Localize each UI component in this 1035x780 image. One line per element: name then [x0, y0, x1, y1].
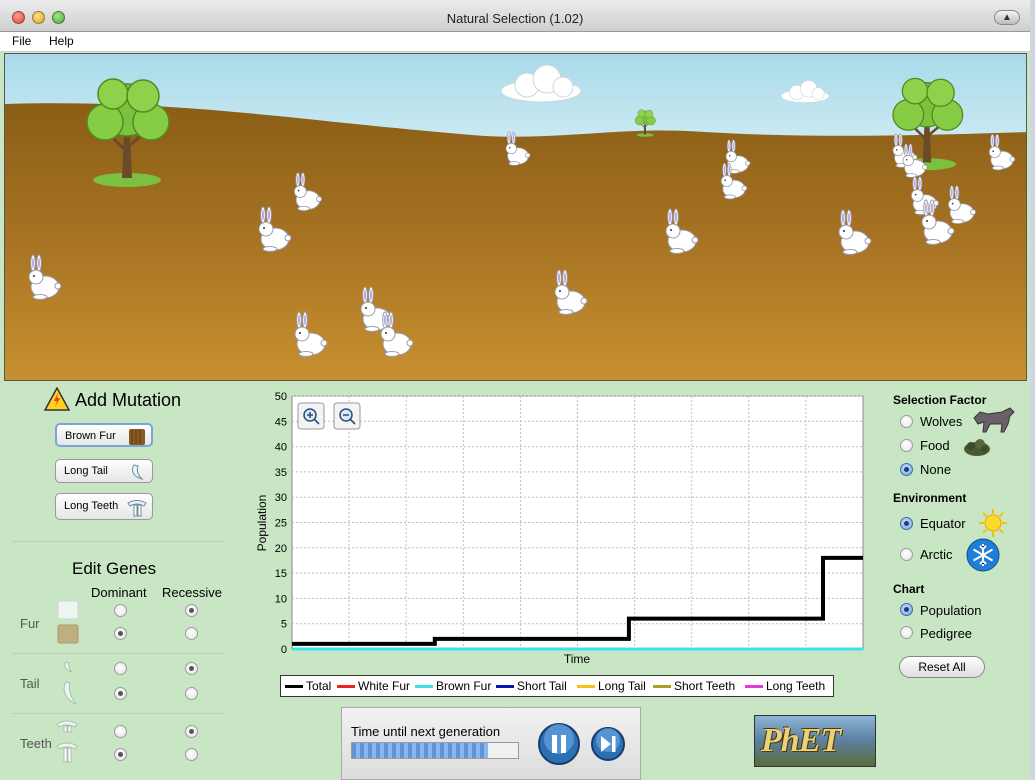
- legend-long-teeth[interactable]: Long Teeth: [745, 679, 825, 693]
- legend-white-fur[interactable]: White Fur: [337, 679, 410, 693]
- teeth-dominant-long-radio[interactable]: [114, 748, 127, 761]
- toolbar-toggle-icon[interactable]: ▲: [994, 10, 1020, 25]
- fur-row-label: Fur: [20, 616, 40, 631]
- add-mutation-title: Add Mutation: [75, 390, 182, 410]
- fur-recessive-white-radio[interactable]: [185, 604, 198, 617]
- y-tick-label: 30: [275, 492, 287, 504]
- fur-dominant-brown-radio[interactable]: [114, 627, 127, 640]
- snowflake-icon: [966, 538, 1000, 572]
- background-window-edge: [1030, 0, 1035, 780]
- food-label: Food: [920, 438, 950, 453]
- tail-recessive-short-radio[interactable]: [185, 662, 198, 675]
- phet-logo-text: PhET: [761, 722, 841, 759]
- phet-logo[interactable]: PhET: [754, 715, 876, 767]
- y-tick-label: 35: [275, 467, 287, 479]
- y-tick-label: 15: [275, 568, 287, 580]
- equator-radio[interactable]: [900, 517, 913, 530]
- tail-trait-icon: [63, 661, 77, 705]
- food-bush-icon: [964, 439, 990, 456]
- edit-genes-title: Edit Genes: [72, 559, 157, 578]
- tail-row-label: Tail: [20, 676, 40, 691]
- brown-fur-mutation-button[interactable]: Brown Fur: [55, 423, 153, 447]
- menu-file[interactable]: File: [12, 34, 31, 48]
- equator-label: Equator: [920, 516, 966, 531]
- tail-recessive-long-radio[interactable]: [185, 687, 198, 700]
- habitat-scene[interactable]: [4, 53, 1027, 381]
- section-divider: [12, 713, 224, 714]
- menu-bar: File Help: [0, 32, 1030, 52]
- long-teeth-label: Long Teeth: [64, 500, 119, 512]
- population-chart: 0 5 10 15 20 25 30 35 40 45 50 Population Time: [250, 385, 870, 675]
- legend-total[interactable]: Total: [285, 679, 331, 693]
- arctic-radio[interactable]: [900, 548, 913, 561]
- wolves-label: Wolves: [920, 414, 963, 429]
- fur-dominant-white-radio[interactable]: [114, 604, 127, 617]
- wolves-radio[interactable]: [900, 415, 913, 428]
- none-label: None: [920, 462, 952, 477]
- teeth-recessive-short-radio[interactable]: [185, 725, 198, 738]
- y-tick-label: 5: [281, 619, 287, 631]
- tail-dominant-short-radio[interactable]: [114, 662, 127, 675]
- legend-brown-fur[interactable]: Brown Fur: [415, 679, 491, 693]
- brown-fur-label: Brown Fur: [65, 430, 116, 442]
- chart-type-title: Chart: [893, 582, 925, 596]
- y-tick-label: 25: [275, 518, 287, 530]
- warning-icon: [44, 387, 70, 411]
- legend-short-teeth[interactable]: Short Teeth: [653, 679, 735, 693]
- teeth-recessive-long-radio[interactable]: [185, 748, 198, 761]
- pedigree-label: Pedigree: [920, 626, 973, 641]
- y-tick-label: 45: [275, 416, 287, 428]
- sun-icon: [979, 509, 1007, 537]
- pause-icon: [552, 735, 557, 753]
- window-title: Natural Selection (1.02): [446, 11, 584, 26]
- title-bar: Natural Selection (1.02) ▲: [0, 0, 1030, 32]
- long-tail-icon: [131, 464, 144, 480]
- reset-all-button[interactable]: Reset All: [899, 656, 985, 678]
- zoom-out-button[interactable]: [333, 402, 361, 430]
- x-axis-label: Time: [564, 652, 591, 666]
- y-tick-label: 20: [275, 543, 287, 555]
- dominant-column-header: Dominant: [91, 585, 147, 600]
- app-window: Natural Selection (1.02) ▲ File Help Add…: [0, 0, 1030, 780]
- pedigree-radio[interactable]: [900, 626, 913, 639]
- section-divider: [12, 653, 224, 654]
- y-axis-label: Population: [255, 495, 269, 552]
- recessive-column-header: Recessive: [162, 585, 222, 600]
- none-radio[interactable]: [900, 463, 913, 476]
- population-radio[interactable]: [900, 603, 913, 616]
- pause-button[interactable]: [537, 722, 581, 766]
- teeth-dominant-short-radio[interactable]: [114, 725, 127, 738]
- teeth-trait-icon: [56, 720, 78, 763]
- timer-label: Time until next generation: [351, 724, 501, 739]
- zoom-in-button[interactable]: [297, 402, 325, 430]
- teeth-row-label: Teeth: [20, 736, 52, 751]
- fur-trait-icon: [57, 600, 79, 644]
- generation-progress-fill: [352, 743, 489, 758]
- generation-timer-panel: Time until next generation: [341, 707, 641, 780]
- y-tick-label: 0: [281, 644, 287, 656]
- legend-short-tail[interactable]: Short Tail: [496, 679, 567, 693]
- food-radio[interactable]: [900, 439, 913, 452]
- population-label: Population: [920, 603, 982, 618]
- fur-recessive-brown-radio[interactable]: [185, 627, 198, 640]
- legend-long-tail[interactable]: Long Tail: [577, 679, 646, 693]
- y-tick-label: 40: [275, 442, 287, 454]
- chart-svg: 0 5 10 15 20 25 30 35 40 45 50 Population Time: [255, 391, 864, 666]
- y-tick-label: 10: [275, 593, 287, 605]
- chart-legend: Total White Fur Brown Fur Short Tail Lon…: [280, 675, 834, 697]
- long-teeth-icon: [127, 500, 147, 517]
- y-tick-label: 50: [275, 391, 287, 403]
- environment-title: Environment: [893, 491, 967, 505]
- tail-dominant-long-radio[interactable]: [114, 687, 127, 700]
- step-forward-button[interactable]: [590, 726, 626, 762]
- brown-fur-icon: [129, 429, 145, 445]
- long-teeth-mutation-button[interactable]: Long Teeth: [55, 493, 153, 520]
- menu-help[interactable]: Help: [49, 34, 74, 48]
- long-tail-label: Long Tail: [64, 465, 108, 477]
- arctic-label: Arctic: [920, 547, 953, 562]
- section-divider: [12, 541, 224, 542]
- wolf-icon: [973, 407, 1015, 433]
- long-tail-mutation-button[interactable]: Long Tail: [55, 459, 153, 483]
- generation-progress-bar: [351, 742, 519, 759]
